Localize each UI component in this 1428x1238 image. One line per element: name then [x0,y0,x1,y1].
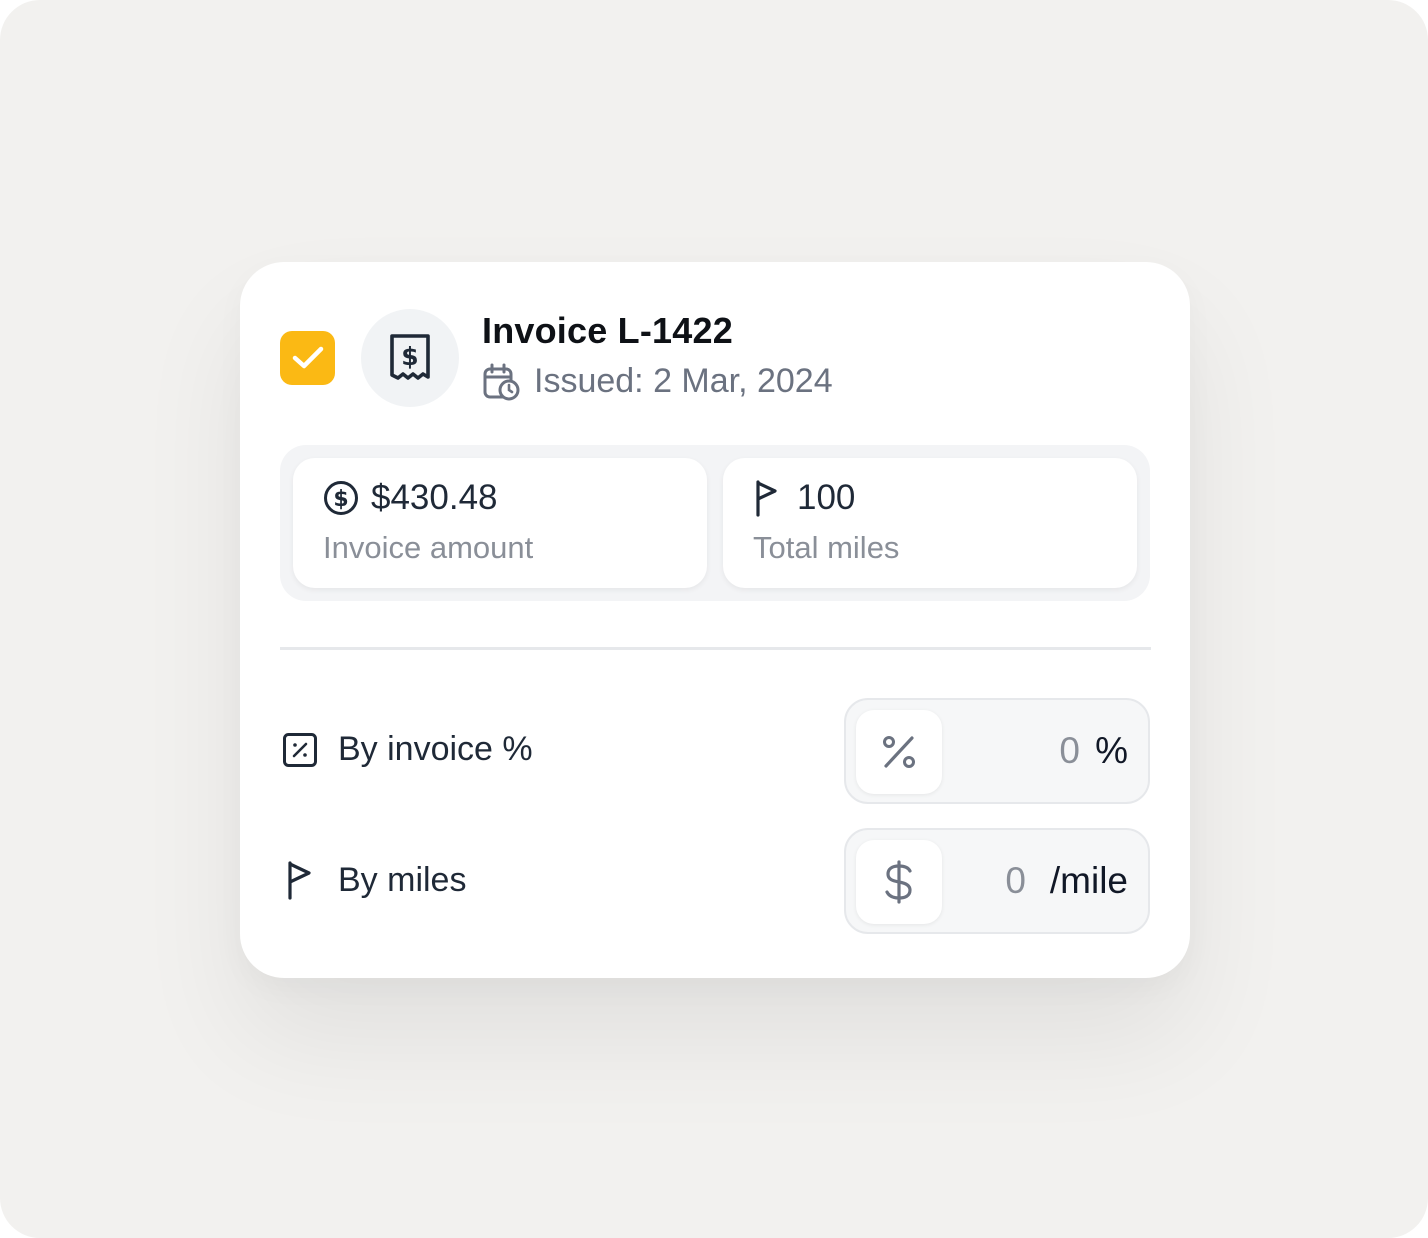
per-mile-input-value[interactable]: 0 [1005,830,1026,932]
by-miles-option: By miles [282,860,466,900]
receipt-icon: $ [390,334,430,380]
dollar-mode-button[interactable] [856,840,942,924]
issued-date-row: Issued: 2 Mar, 2024 [482,362,833,401]
calendar-clock-icon [483,363,520,400]
svg-text:$: $ [333,487,348,512]
dollar-circle-icon: $ [324,481,358,515]
percent-icon [883,736,915,768]
checkmark-icon [292,346,323,369]
by-invoice-percent-option: By invoice % [282,730,533,769]
invoice-amount-label: Invoice amount [323,530,534,565]
invoice-avatar: $ [361,309,459,407]
total-miles-stat: 100 Total miles [723,458,1137,588]
percent-unit: % [1095,730,1128,771]
invoice-card: $ Invoice L-1422 Issued: 2 Mar, 2024 $ $… [240,262,1190,978]
invoice-amount-stat: $ $430.48 Invoice amount [293,458,707,588]
select-invoice-checkbox[interactable] [280,331,335,385]
total-miles-label: Total miles [753,530,900,565]
invoice-amount-value-row: $ $430.48 [323,478,498,518]
invoice-amount-value: $430.48 [371,478,498,517]
issued-date-text: Issued: 2 Mar, 2024 [534,362,833,400]
by-invoice-percent-label: By invoice % [338,730,533,768]
invoice-stats: $ $430.48 Invoice amount 100 Total miles [280,445,1150,601]
dollar-icon [885,860,912,904]
percent-square-icon [283,732,317,767]
section-divider [280,647,1151,650]
by-miles-label: By miles [338,860,467,899]
invoice-title: Invoice L-1422 [482,310,733,351]
per-mile-unit: /mile [1049,860,1128,901]
background-frame: $ Invoice L-1422 Issued: 2 Mar, 2024 $ $… [0,0,1428,1238]
per-mile-input-field[interactable]: 0 /mile [844,828,1150,934]
total-miles-value-row: 100 [753,478,855,518]
total-miles-value: 100 [797,478,856,517]
flag-icon [288,861,311,900]
flag-icon [756,480,777,517]
svg-text:$: $ [401,342,418,371]
percent-mode-button[interactable] [856,710,942,794]
percent-input-value[interactable]: 0 [1059,700,1080,802]
percent-input-field[interactable]: 0 % [844,698,1150,804]
